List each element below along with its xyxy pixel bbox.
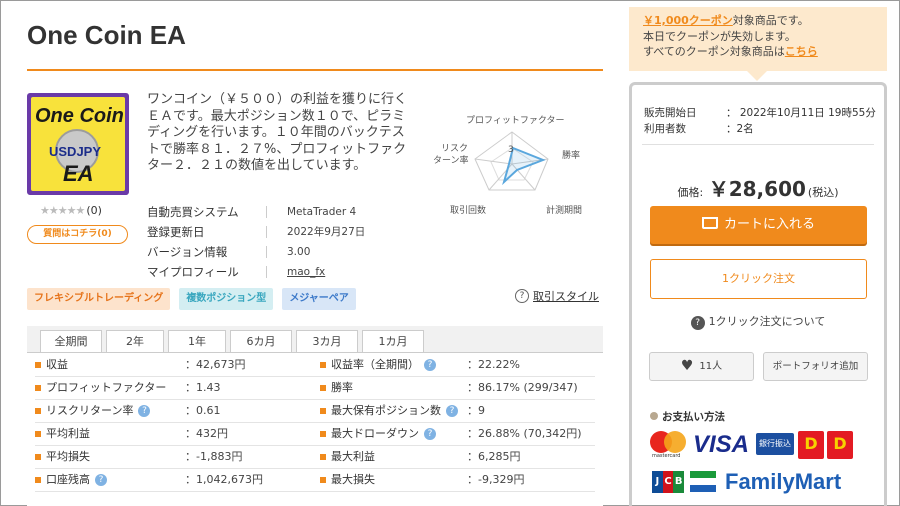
- stat-label: 最大利益: [320, 446, 375, 468]
- info-key: バージョン情報: [147, 245, 228, 259]
- radar-center-label: 3: [508, 145, 514, 155]
- radar-label-return: ターン率: [433, 154, 469, 166]
- stat-label: 平均損失: [35, 446, 90, 468]
- info-value: 2022年9月27日: [287, 226, 366, 238]
- help-icon: ?: [690, 316, 705, 330]
- stat-label: 最大保有ポジション数?: [320, 400, 458, 422]
- radar-label-risk: リスク: [441, 143, 468, 154]
- mastercard-logo: mastercard: [650, 431, 688, 459]
- stat-value: ：6,285円: [467, 450, 521, 463]
- stat-label: プロフィットファクター: [35, 377, 166, 399]
- stat-value: ：22.22%: [467, 358, 520, 371]
- stat-value: ：9: [467, 404, 485, 417]
- help-icon: ?: [515, 289, 529, 303]
- tab-1y[interactable]: 1年: [168, 330, 226, 352]
- tag-major-pair[interactable]: メジャーペア: [282, 288, 356, 310]
- radar-chart: 3 プロフィットファクター 勝率 計測期間 取引回数 リスク ターン率: [433, 115, 582, 216]
- price-value: ￥28,600: [708, 177, 806, 201]
- info-key: 登録更新日: [147, 225, 205, 239]
- radar-label-pf: プロフィットファクター: [466, 115, 564, 126]
- sale-meta: 販売開始日： 2022年10月11日 19時55分 利用者数 ：2名: [644, 107, 876, 135]
- radar-label-trades: 取引回数: [450, 204, 486, 216]
- coupon-products-link[interactable]: こちら: [785, 45, 818, 58]
- buy-box: 販売開始日： 2022年10月11日 19時55分 利用者数 ：2名 価格: ￥2…: [629, 82, 887, 506]
- coupon-notice: ￥1,000クーポン対象商品です。 本日でクーポンが失効します。 すべてのクーポ…: [629, 7, 887, 71]
- profile-link[interactable]: mao_fx: [287, 262, 325, 282]
- stat-label: 口座残高?: [35, 469, 107, 491]
- stat-label: 勝率: [320, 377, 353, 399]
- help-icon: ?: [424, 359, 436, 371]
- stats-body: 収益 ：42,673円 プロフィットファクター ：1.43 リスクリターン率? …: [27, 352, 603, 506]
- jcb-logo: JCB: [652, 471, 685, 493]
- stat-label: 平均利益: [35, 423, 90, 445]
- meta-divider: [642, 144, 874, 145]
- product-description: ワンコイン（￥５００）の利益を獲りに行くＥＡです。最大ポジション数１０で、ピラミ…: [147, 92, 408, 173]
- purchase-panel: ￥1,000クーポン対象商品です。 本日でクーポンが失効します。 すべてのクーポ…: [629, 7, 887, 506]
- stat-value: ：86.17% (299/347): [467, 381, 578, 394]
- one-click-about-link[interactable]: ? 1クリック注文について: [632, 313, 884, 330]
- review-count: (0): [86, 204, 102, 217]
- period-tabs: 全期間 2年 1年 6カ月 3カ月 1カ月: [40, 330, 424, 352]
- help-icon: ?: [138, 405, 151, 417]
- help-icon: ?: [446, 405, 458, 417]
- tag-multi-position[interactable]: 複数ポジション型: [179, 288, 274, 310]
- stat-value: ：0.61: [185, 404, 221, 417]
- help-icon: ?: [424, 428, 436, 440]
- familymart-logo: FamilyMart: [725, 469, 842, 494]
- help-icon: ?: [95, 474, 107, 486]
- info-key: マイプロフィール: [147, 265, 239, 279]
- bank-transfer-logo: 銀行振込: [756, 433, 794, 455]
- product-image-text-bottom: EA: [63, 161, 94, 186]
- product-info-table: 自動売買システム MetaTrader 4 登録更新日 2022年9月27日 バージ…: [147, 202, 365, 282]
- product-title: One Coin EA: [27, 20, 186, 50]
- product-image: One Coin USDJPY EA: [27, 93, 129, 195]
- tab-3m[interactable]: 3カ月: [296, 330, 358, 352]
- stat-label: 最大損失: [320, 469, 375, 491]
- stats-panel: 全期間 2年 1年 6カ月 3カ月 1カ月 収益 ：42,673円 プロフィット…: [27, 326, 603, 506]
- title-divider: [27, 69, 603, 71]
- info-key: 自動売買システム: [147, 205, 239, 219]
- heart-icon: ♥: [680, 358, 694, 374]
- stat-label: 収益: [35, 354, 68, 376]
- tab-1m[interactable]: 1カ月: [362, 330, 424, 352]
- coupon-pointer: [747, 71, 767, 81]
- daily-logo: D: [827, 431, 853, 459]
- product-image-text-top: One Coin: [35, 105, 124, 127]
- info-value: 3.00: [287, 246, 311, 258]
- rating-stars: ★★★★★ (0): [40, 204, 102, 217]
- favorite-button[interactable]: ♥ 11人: [649, 352, 754, 381]
- question-button[interactable]: 質問はコチラ(0): [27, 225, 128, 244]
- product-image-text-mid: USDJPY: [49, 144, 102, 159]
- stat-label: 収益率（全期間）?: [320, 354, 436, 376]
- stat-value: ：26.88% (70,342円): [467, 427, 582, 440]
- radar-label-period: 計測期間: [546, 204, 582, 216]
- tag-list: フレキシブルトレーディング 複数ポジション型 メジャーペア: [27, 288, 356, 310]
- coupon-link[interactable]: ￥1,000クーポン: [643, 14, 733, 27]
- daily-yamazaki-logo: D: [798, 431, 824, 459]
- familymart-icon: [690, 471, 716, 493]
- tab-all[interactable]: 全期間: [40, 330, 102, 352]
- payment-title: お支払い方法: [650, 409, 725, 424]
- stat-value: ：432円: [185, 427, 228, 440]
- price: 価格: ￥28,600 (税込): [677, 177, 839, 201]
- stat-value: ：42,673円: [185, 358, 246, 371]
- stat-value: ：1.43: [185, 381, 221, 394]
- stat-value: ：1,042,673円: [185, 473, 263, 486]
- add-portfolio-button[interactable]: ポートフォリオ追加: [763, 352, 868, 381]
- radar-label-winrate: 勝率: [562, 149, 580, 161]
- tab-2y[interactable]: 2年: [106, 330, 164, 352]
- stat-label: リスクリターン率?: [35, 400, 151, 422]
- tab-6m[interactable]: 6カ月: [230, 330, 292, 352]
- stat-value: ：-1,883円: [185, 450, 243, 463]
- visa-logo: VISA: [693, 431, 750, 458]
- tag-flexible[interactable]: フレキシブルトレーディング: [27, 288, 171, 310]
- cart-icon: [701, 217, 718, 229]
- stat-value: ：-9,329円: [467, 473, 525, 486]
- info-value: MetaTrader 4: [287, 206, 357, 218]
- add-to-cart-button[interactable]: カートに入れる: [650, 206, 867, 244]
- one-click-order-button[interactable]: 1クリック注文: [650, 259, 867, 299]
- stat-label: 最大ドローダウン?: [320, 423, 436, 445]
- trading-style-link[interactable]: ? 取引スタイル: [515, 288, 599, 304]
